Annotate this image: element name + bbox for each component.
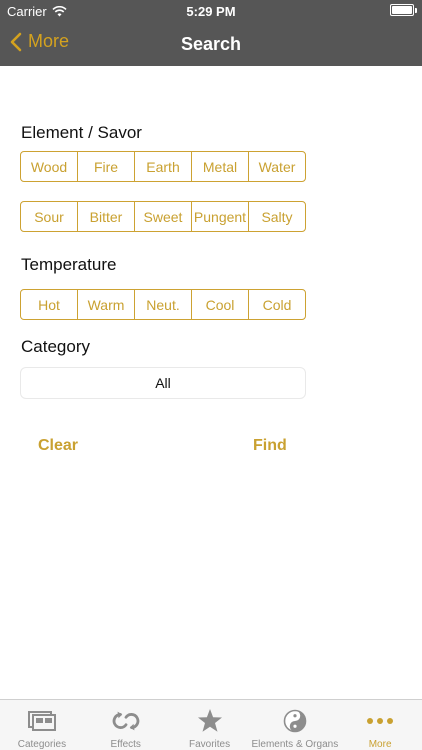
yin-yang-icon	[283, 709, 307, 732]
nav-bar: More Search	[0, 22, 422, 66]
battery-icon	[390, 4, 417, 16]
tab-effects[interactable]: Effects	[84, 700, 168, 750]
savor-option-sour[interactable]: Sour	[21, 202, 78, 231]
element-savor-heading: Element / Savor	[21, 123, 142, 142]
tab-label: Effects	[110, 739, 141, 750]
tab-label: Elements & Organs	[251, 739, 339, 750]
categories-icon	[27, 710, 56, 731]
status-bar: Carrier 5:29 PM	[0, 0, 422, 22]
more-icon	[367, 717, 394, 724]
savor-segmented-control: Sour Bitter Sweet Pungent Salty	[20, 201, 306, 232]
category-selector[interactable]: All	[20, 367, 306, 399]
element-option-wood[interactable]: Wood	[21, 152, 78, 181]
temperature-option-cool[interactable]: Cool	[192, 290, 249, 319]
savor-option-pungent[interactable]: Pungent	[192, 202, 249, 231]
temperature-heading: Temperature	[21, 255, 117, 274]
savor-option-salty[interactable]: Salty	[249, 202, 305, 231]
star-icon	[197, 709, 222, 732]
tab-label: Categories	[17, 739, 67, 750]
category-value: All	[155, 375, 171, 391]
clear-button[interactable]: Clear	[38, 437, 78, 455]
tab-bar: Categories Effects Favorites Elements & …	[0, 699, 422, 750]
tab-label: More	[368, 739, 392, 750]
temperature-option-warm[interactable]: Warm	[78, 290, 135, 319]
page-title: Search	[180, 34, 242, 54]
element-segmented-control: Wood Fire Earth Metal Water	[20, 151, 306, 182]
element-option-fire[interactable]: Fire	[78, 152, 135, 181]
tab-elements-organs[interactable]: Elements & Organs	[251, 700, 338, 750]
tab-more[interactable]: More	[338, 700, 422, 750]
tab-favorites[interactable]: Favorites	[168, 700, 252, 750]
navigation-header: Carrier 5:29 PM More Search	[0, 0, 422, 66]
temperature-option-cold[interactable]: Cold	[249, 290, 305, 319]
status-time: 5:29 PM	[186, 4, 236, 19]
temperature-segmented-control: Hot Warm Neut. Cool Cold	[20, 289, 306, 320]
element-option-water[interactable]: Water	[249, 152, 305, 181]
element-option-metal[interactable]: Metal	[192, 152, 249, 181]
effects-icon	[112, 711, 140, 730]
savor-option-bitter[interactable]: Bitter	[78, 202, 135, 231]
category-heading: Category	[21, 337, 90, 356]
savor-option-sweet[interactable]: Sweet	[135, 202, 192, 231]
tab-categories[interactable]: Categories	[0, 700, 84, 750]
tab-label: Favorites	[189, 739, 231, 750]
find-button[interactable]: Find	[253, 437, 287, 455]
temperature-option-neutral[interactable]: Neut.	[135, 290, 192, 319]
temperature-option-hot[interactable]: Hot	[21, 290, 78, 319]
element-option-earth[interactable]: Earth	[135, 152, 192, 181]
